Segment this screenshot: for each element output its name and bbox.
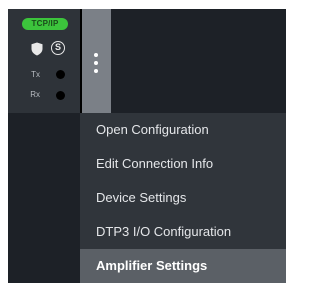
protocol-badge: TCP/IP [22,18,68,30]
tx-label: Tx [31,70,40,79]
menu-item-edit-connection-info[interactable]: Edit Connection Info [80,147,286,181]
menu-item-device-settings[interactable]: Device Settings [80,181,286,215]
menu-item-dtp3-io-configuration[interactable]: DTP3 I/O Configuration [80,215,286,249]
kebab-dot-icon [94,53,98,57]
shield-icon [31,42,43,56]
rx-label: Rx [30,90,40,99]
more-options-button[interactable] [82,9,111,113]
rx-led-icon [56,91,65,100]
workspace-background-lower [8,113,80,283]
menu-item-amplifier-settings[interactable]: Amplifier Settings [80,249,286,283]
device-tile[interactable]: TCP/IP S Tx Rx [8,9,80,113]
kebab-dot-icon [94,61,98,65]
tx-led-icon [56,70,65,79]
kebab-dot-icon [94,69,98,73]
context-menu: Open Configuration Edit Connection Info … [80,113,286,283]
s-circle-icon: S [51,41,65,55]
menu-item-open-configuration[interactable]: Open Configuration [80,113,286,147]
